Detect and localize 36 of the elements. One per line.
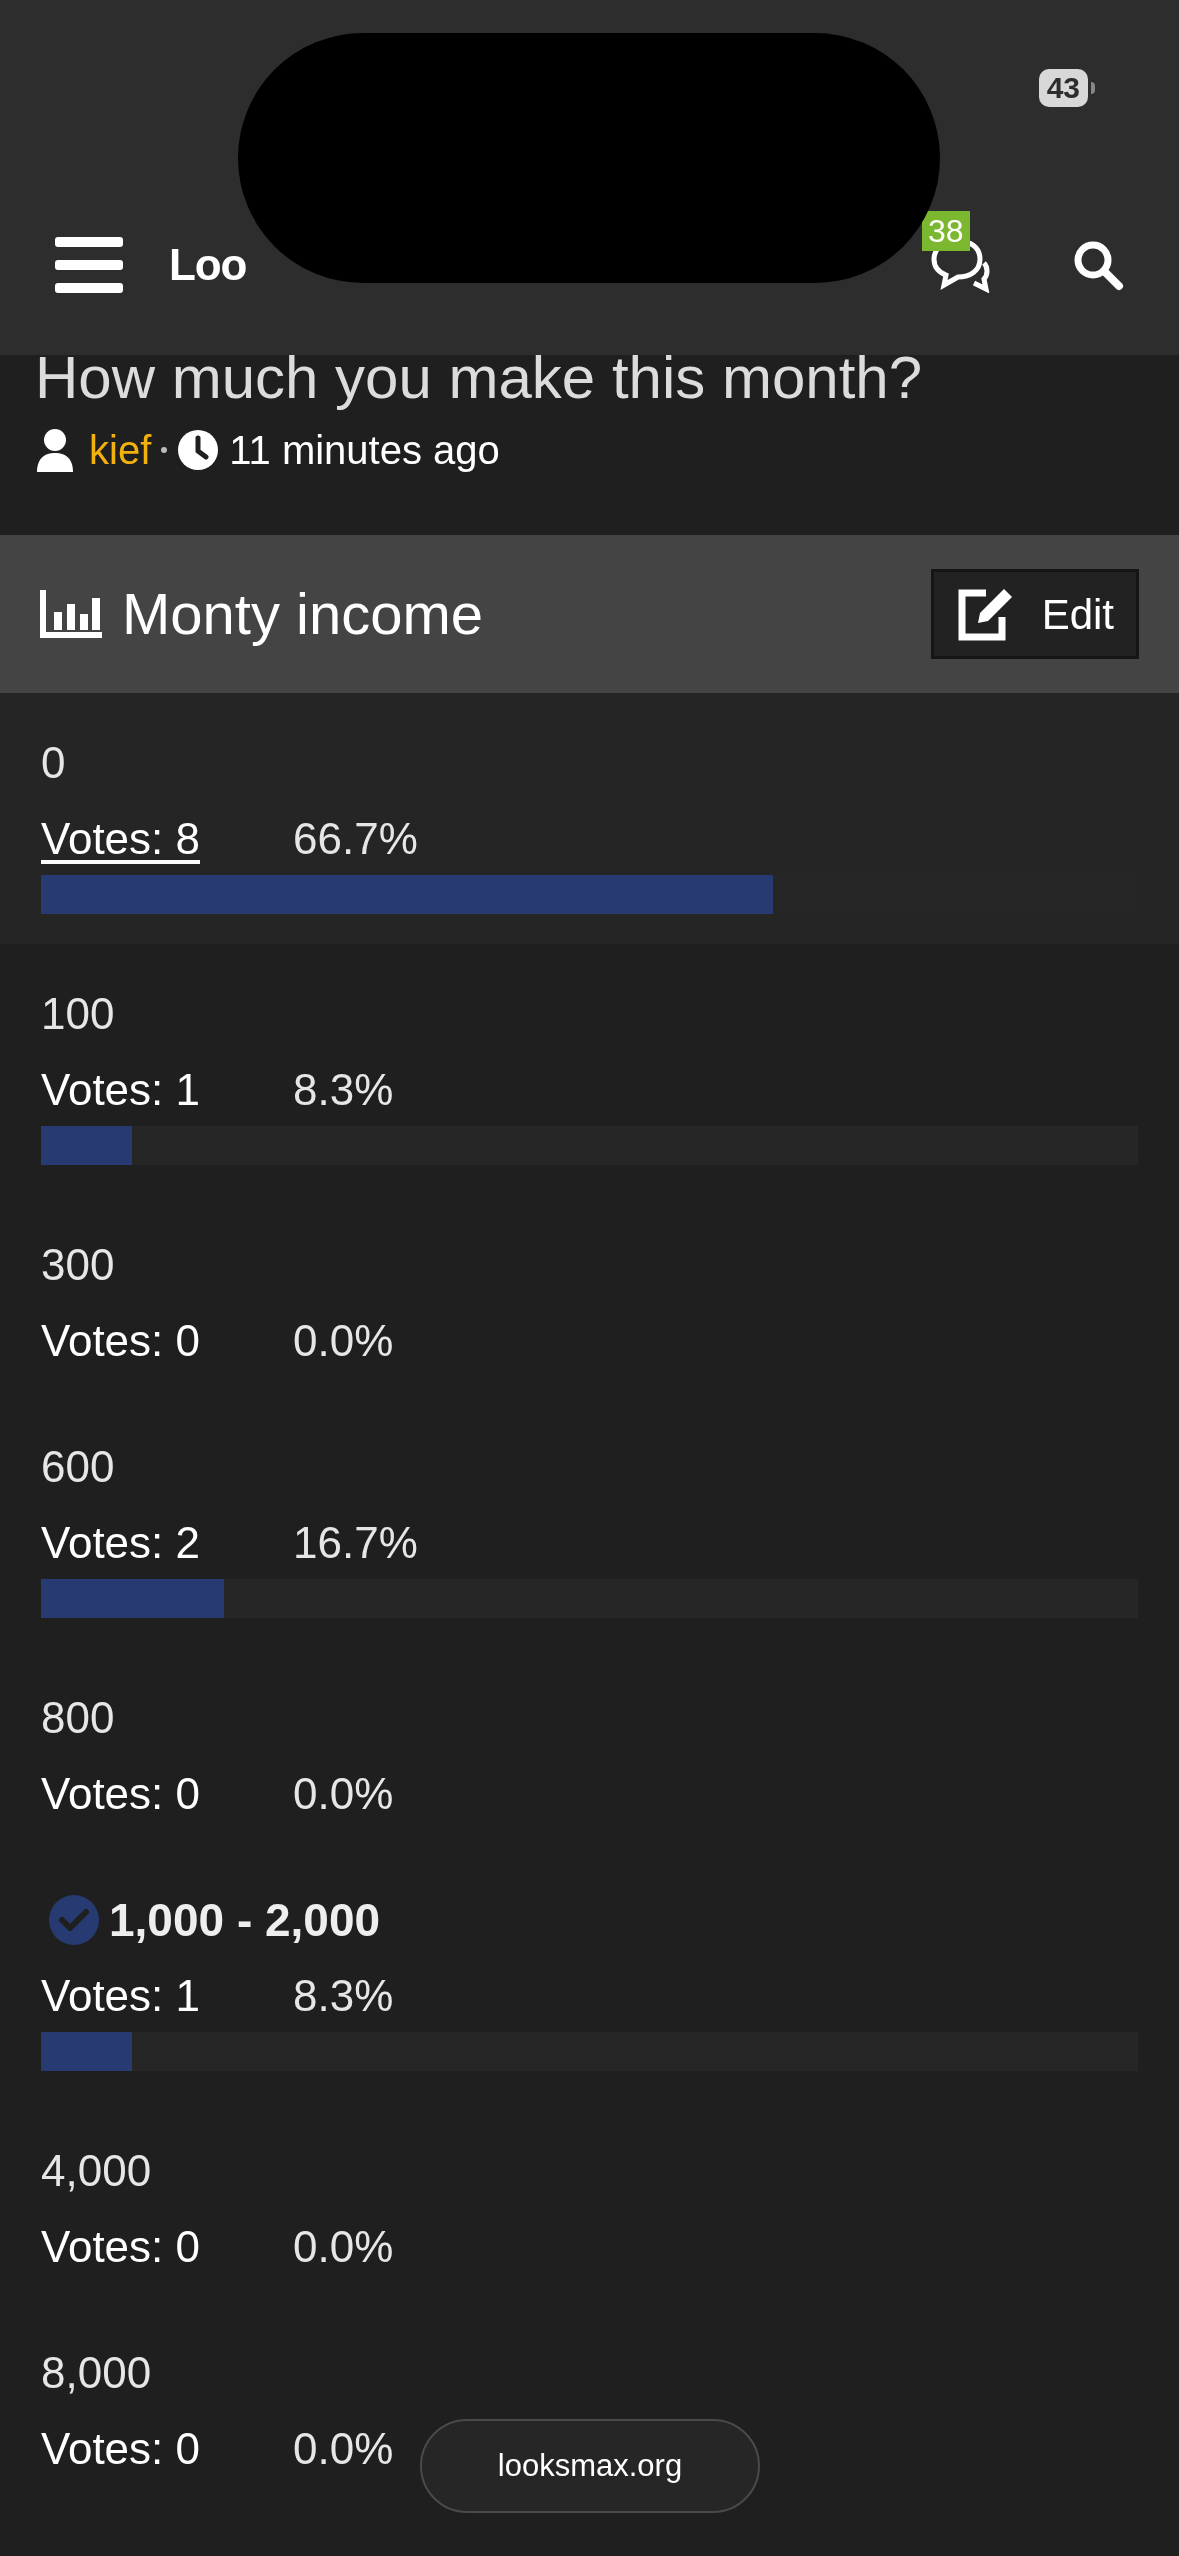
vote-percent: 0.0%: [293, 1315, 394, 1367]
vote-percent: 0.0%: [293, 2221, 394, 2273]
clock-icon: [177, 429, 220, 471]
votes-link[interactable]: Votes: 8: [41, 813, 293, 865]
votes-link[interactable]: Votes: 1: [41, 1064, 293, 1116]
vote-percent: 8.3%: [293, 1970, 394, 2022]
vote-percent: 8.3%: [293, 1064, 394, 1116]
search-icon[interactable]: [1072, 239, 1124, 291]
votes-link[interactable]: Votes: 0: [41, 1315, 293, 1367]
author-link[interactable]: kief: [89, 425, 152, 475]
option-label: 1,000 - 2,000: [109, 1894, 381, 1946]
option-label: 0: [41, 737, 66, 789]
votes-link[interactable]: Votes: 0: [41, 2423, 293, 2475]
vote-percent: 0.0%: [293, 1768, 394, 1820]
votes-link[interactable]: Votes: 0: [41, 1768, 293, 1820]
menu-icon[interactable]: [55, 235, 123, 295]
edit-button[interactable]: Edit: [930, 569, 1139, 659]
option-label: 800: [41, 1692, 115, 1744]
votes-link[interactable]: Votes: 0: [41, 2221, 293, 2273]
post-time: 11 minutes ago: [229, 427, 500, 474]
vote-percent: 66.7%: [293, 813, 418, 865]
option-label: 8,000: [41, 2347, 152, 2399]
votes-link[interactable]: Votes: 2: [41, 1517, 293, 1569]
option-label: 300: [41, 1239, 115, 1291]
thread-title: How much you make this month?: [35, 345, 924, 411]
bar-chart-icon: [40, 590, 102, 638]
poll-title: Monty income: [122, 581, 484, 647]
notification-badge: 38: [922, 211, 970, 251]
option-label: 100: [41, 988, 115, 1040]
url-pill[interactable]: looksmax.org: [420, 2419, 760, 2513]
option-label: 4,000: [41, 2145, 152, 2197]
vote-percent: 16.7%: [293, 1517, 418, 1569]
user-icon: [35, 428, 75, 472]
vote-percent: 0.0%: [293, 2423, 394, 2475]
votes-link[interactable]: Votes: 1: [41, 1970, 293, 2022]
option-label: 600: [41, 1441, 115, 1493]
